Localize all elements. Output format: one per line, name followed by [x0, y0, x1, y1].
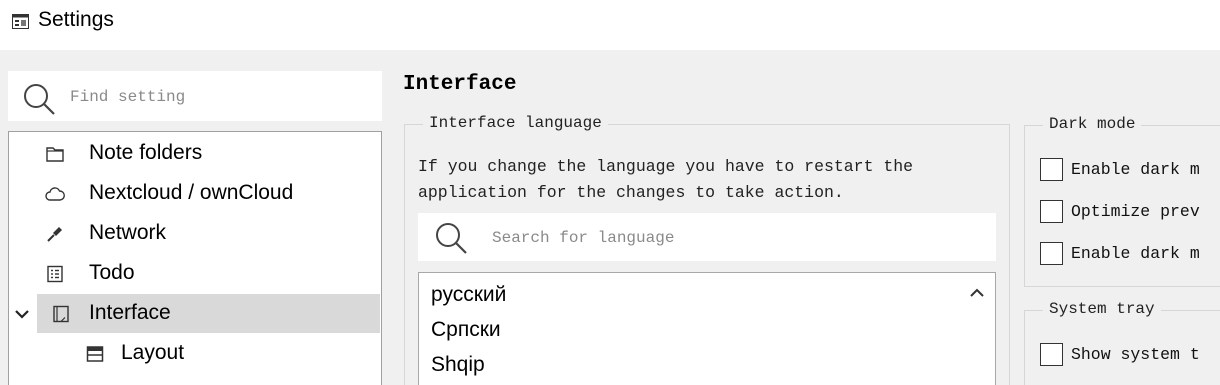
sidebar-item-layout[interactable]: Layout — [9, 334, 381, 374]
window-title: Settings — [38, 8, 114, 31]
search-icon — [24, 84, 55, 115]
interface-window-icon — [53, 305, 69, 323]
checkbox-label: Optimize prev — [1071, 202, 1200, 221]
settings-window-icon — [12, 14, 29, 29]
group-title: Interface language — [423, 114, 608, 132]
search-icon — [436, 223, 467, 254]
language-description-line2: application for the changes to take acti… — [418, 183, 844, 202]
group-title: Dark mode — [1043, 115, 1142, 133]
checkbox-label: Show system t — [1071, 345, 1200, 364]
checkbox-box[interactable] — [1040, 200, 1063, 223]
page-title: Interface — [403, 73, 517, 96]
sidebar-item-label: Interface — [89, 301, 171, 324]
list-item[interactable]: Shqip — [431, 353, 485, 377]
network-plug-icon — [47, 227, 62, 242]
settings-content: Note folders Nextcloud / ownCloud Networ… — [0, 50, 1220, 385]
settings-tree[interactable]: Note folders Nextcloud / ownCloud Networ… — [8, 131, 382, 385]
sidebar-item-label: Note folders — [89, 141, 203, 164]
enable-dark-mode-icons-checkbox[interactable]: Enable dark m — [1040, 242, 1220, 268]
checkbox-box[interactable] — [1040, 158, 1063, 181]
group-title: System tray — [1043, 300, 1161, 318]
optimize-preview-checkbox[interactable]: Optimize prev — [1040, 200, 1220, 226]
sidebar-item-label: Layout — [121, 341, 185, 364]
sidebar-item-nextcloud[interactable]: Nextcloud / ownCloud — [9, 174, 381, 214]
cloud-icon — [45, 187, 65, 201]
sidebar-item-label: Nextcloud / ownCloud — [89, 181, 294, 204]
folder-icon — [46, 147, 64, 162]
title-bar: Settings — [0, 0, 1220, 50]
language-search-input[interactable] — [492, 224, 972, 252]
checkbox-label: Enable dark m — [1071, 160, 1200, 179]
language-list[interactable]: русский Српски Shqip — [418, 272, 996, 385]
sidebar-item-note-folders[interactable]: Note folders — [9, 134, 381, 174]
show-system-tray-checkbox[interactable]: Show system t — [1040, 343, 1220, 369]
find-setting-input[interactable] — [70, 83, 370, 111]
enable-dark-mode-checkbox[interactable]: Enable dark m — [1040, 158, 1220, 184]
list-item[interactable]: русский — [431, 283, 506, 307]
list-item[interactable]: Српски — [431, 318, 501, 342]
sidebar-item-label: Network — [89, 221, 167, 244]
sidebar-item-todo[interactable]: Todo — [9, 254, 381, 294]
checkbox-box[interactable] — [1040, 242, 1063, 265]
checkbox-label: Enable dark m — [1071, 244, 1200, 263]
scroll-up-icon[interactable] — [969, 287, 985, 299]
sidebar-item-network[interactable]: Network — [9, 214, 381, 254]
sidebar-item-interface[interactable]: Interface — [9, 294, 381, 334]
find-setting-box[interactable] — [8, 71, 382, 121]
language-description-line1: If you change the language you have to r… — [418, 157, 914, 176]
checkbox-box[interactable] — [1040, 343, 1063, 366]
chevron-down-icon[interactable] — [15, 308, 29, 320]
sidebar-item-label: Todo — [89, 261, 135, 284]
language-search-box[interactable] — [418, 213, 996, 261]
layout-icon — [86, 346, 104, 362]
todo-list-icon — [47, 265, 63, 283]
